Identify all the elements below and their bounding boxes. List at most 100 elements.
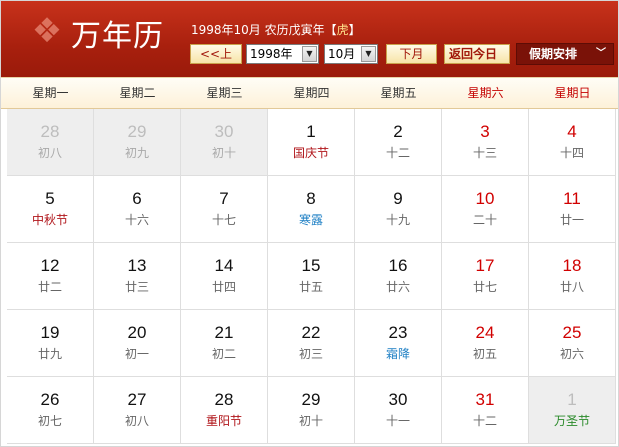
day-number: 29 (127, 122, 147, 141)
day-cell[interactable]: 15 廿五 (268, 243, 355, 310)
day-number: 5 (45, 189, 55, 208)
day-number: 16 (388, 256, 408, 275)
festival-label: 霜降 (385, 347, 410, 361)
day-number: 18 (562, 256, 582, 275)
tiger-emblem-icon: ❖ (31, 11, 63, 51)
day-cell[interactable]: 2 十二 (355, 109, 442, 176)
day-number: 28 (214, 390, 234, 409)
day-cell[interactable]: 30 十一 (355, 377, 442, 444)
day-cell[interactable]: 30 初十 (181, 109, 268, 176)
day-cell[interactable]: 9 十九 (355, 176, 442, 243)
day-number: 20 (127, 323, 147, 342)
day-cell[interactable]: 28 初八 (7, 109, 94, 176)
day-cell[interactable]: 22 初三 (268, 310, 355, 377)
info-prefix: 1998年10月 农历戊寅年【 (191, 23, 337, 37)
day-cell[interactable]: 26 初七 (7, 377, 94, 444)
day-cell[interactable]: 20 初一 (94, 310, 181, 377)
day-cell[interactable]: 17 廿七 (442, 243, 529, 310)
day-cell[interactable]: 13 廿三 (94, 243, 181, 310)
weekday-label: 星期日 (554, 86, 591, 100)
day-cell[interactable]: 8 寒露 (268, 176, 355, 243)
day-number: 30 (388, 390, 408, 409)
month-select[interactable]: 10月 ▼ (324, 44, 378, 64)
day-cell[interactable]: 12 廿二 (7, 243, 94, 310)
day-cell[interactable]: 24 初五 (442, 310, 529, 377)
zodiac-label: 虎 (336, 23, 349, 37)
day-cell[interactable]: 27 初八 (94, 377, 181, 444)
info-suffix: 】 (348, 23, 361, 37)
year-select[interactable]: 1998年 ▼ (246, 44, 319, 64)
lunar-date-label: 初八 (124, 414, 149, 428)
lunar-date-label: 十九 (385, 213, 410, 227)
lunar-date-label: 初五 (472, 347, 497, 361)
day-number: 27 (127, 390, 147, 409)
day-number: 31 (475, 390, 495, 409)
lunar-year-info: 1998年10月 农历戊寅年【虎】 (191, 22, 361, 38)
day-number: 12 (40, 256, 60, 275)
chevron-down-icon: ﹀ (596, 48, 606, 59)
back-to-today-button[interactable]: 返回今日 (444, 44, 510, 64)
day-cell[interactable]: 29 初九 (94, 109, 181, 176)
lunar-date-label: 初十 (211, 146, 236, 160)
lunar-date-label: 廿七 (472, 280, 497, 294)
day-cell[interactable]: 18 廿八 (529, 243, 616, 310)
day-number: 8 (306, 189, 316, 208)
day-cell[interactable]: 16 廿六 (355, 243, 442, 310)
day-number: 13 (127, 256, 147, 275)
day-cell[interactable]: 29 初十 (268, 377, 355, 444)
year-dropdown-arrow-icon[interactable]: ▼ (302, 46, 317, 62)
next-month-button[interactable]: 下月>> (386, 44, 437, 79)
day-cell[interactable]: 28 重阳节 (181, 377, 268, 444)
day-cell[interactable]: 25 初六 (529, 310, 616, 377)
lunar-date-label: 初三 (298, 347, 323, 361)
day-number: 30 (214, 122, 234, 141)
lunar-date-label: 初一 (124, 347, 149, 361)
lunar-date-label: 廿三 (124, 280, 149, 294)
day-number: 24 (475, 323, 495, 342)
day-number: 25 (562, 323, 582, 342)
lunar-date-label: 二十 (472, 213, 497, 227)
calendar-widget: ❖ 万年历 1998年10月 农历戊寅年【虎】 <<上月 1998年 ▼ 10月… (0, 0, 619, 447)
lunar-date-label: 初六 (559, 347, 584, 361)
day-number: 23 (388, 323, 408, 342)
lunar-date-label: 十四 (559, 146, 584, 160)
day-number: 15 (301, 256, 321, 275)
day-cell[interactable]: 23 霜降 (355, 310, 442, 377)
day-number: 7 (219, 189, 229, 208)
day-cell[interactable]: 1 国庆节 (268, 109, 355, 176)
holiday-schedule-dropdown[interactable]: 假期安排 ﹀ (516, 43, 614, 65)
day-number: 21 (214, 323, 234, 342)
weekday-label: 星期一 (32, 86, 69, 100)
day-cell[interactable]: 21 初二 (181, 310, 268, 377)
day-cell[interactable]: 5 中秋节 (7, 176, 94, 243)
lunar-date-label: 廿二 (37, 280, 62, 294)
day-cell[interactable]: 19 廿九 (7, 310, 94, 377)
lunar-date-label: 廿四 (211, 280, 236, 294)
prev-month-button[interactable]: <<上月 (190, 44, 242, 79)
calendar-day-grid: 28 初八 29 初九 30 初十 1 国庆节 2 十二 3 十三 4 十四 5 中秋节 6 十六 7 十七 8 寒露 9 十… (7, 109, 617, 445)
day-cell[interactable]: 1 万圣节 (529, 377, 616, 444)
day-cell[interactable]: 31 十二 (442, 377, 529, 444)
lunar-date-label: 初八 (37, 146, 62, 160)
lunar-date-label: 十二 (472, 414, 497, 428)
day-cell[interactable]: 7 十七 (181, 176, 268, 243)
day-cell[interactable]: 4 十四 (529, 109, 616, 176)
day-number: 2 (393, 122, 403, 141)
year-select-value: 1998年 (250, 47, 293, 61)
lunar-date-label: 廿八 (559, 280, 584, 294)
day-cell[interactable]: 14 廿四 (181, 243, 268, 310)
day-number: 26 (40, 390, 60, 409)
lunar-date-label: 十一 (385, 414, 410, 428)
lunar-date-label: 初七 (37, 414, 62, 428)
day-cell[interactable]: 10 二十 (442, 176, 529, 243)
day-number: 22 (301, 323, 321, 342)
day-number: 19 (40, 323, 60, 342)
day-cell[interactable]: 6 十六 (94, 176, 181, 243)
day-cell[interactable]: 11 廿一 (529, 176, 616, 243)
day-number: 29 (301, 390, 321, 409)
day-number: 9 (393, 189, 403, 208)
month-dropdown-arrow-icon[interactable]: ▼ (361, 46, 376, 62)
day-number: 3 (480, 122, 490, 141)
day-cell[interactable]: 3 十三 (442, 109, 529, 176)
day-number: 1 (567, 390, 577, 409)
